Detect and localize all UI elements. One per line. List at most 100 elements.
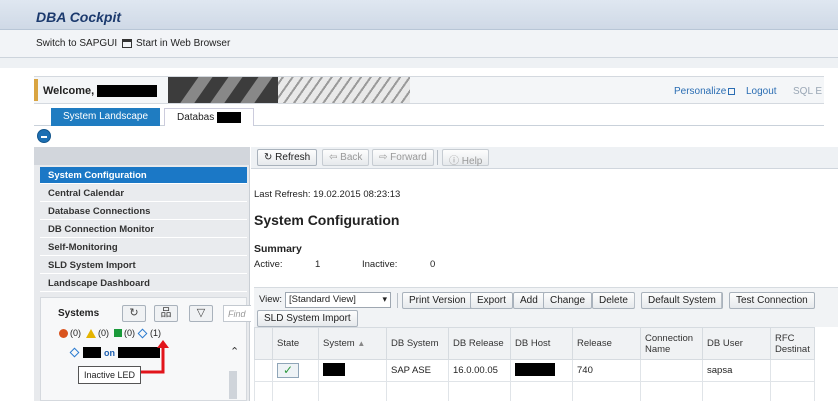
back-button[interactable]: ⇦ Back — [322, 149, 370, 166]
empty-cell — [640, 381, 703, 401]
nav-landscape-dashboard[interactable]: Landscape Dashboard — [40, 275, 247, 292]
view-select[interactable]: [Standard View] ▾ — [285, 292, 391, 308]
sql-editor-link[interactable]: SQL E — [793, 86, 822, 97]
active-value: 1 — [315, 259, 321, 270]
toolbar-separator — [437, 150, 438, 165]
table-toolbar-separator — [634, 293, 635, 308]
personalize-link[interactable]: Personalize — [674, 86, 736, 97]
default-system-button[interactable]: Default System — [641, 292, 723, 309]
active-label: Active: — [254, 259, 283, 270]
hierarchy-button[interactable]: 品 — [154, 305, 178, 322]
export-button[interactable]: Export — [470, 292, 513, 309]
filter-button[interactable]: ▽ — [189, 305, 213, 322]
col-connection-name[interactable]: Connection Name — [640, 327, 703, 360]
find-input[interactable]: Find — [223, 305, 253, 322]
inactive-led-tooltip: Inactive LED — [78, 366, 142, 384]
collapse-panel-icon[interactable] — [37, 129, 51, 143]
left-navigation: System Configuration Central Calendar Da… — [34, 147, 253, 401]
empty-cell — [770, 381, 815, 401]
nav-header — [34, 147, 250, 165]
start-in-web-browser-link[interactable]: Start in Web Browser — [122, 38, 230, 49]
tab-database-label: Databas — [177, 112, 215, 124]
start-in-web-browser-label: Start in Web Browser — [136, 38, 231, 49]
nav-db-connection-monitor[interactable]: DB Connection Monitor — [40, 221, 247, 238]
warning-count: (0) — [98, 328, 109, 338]
tab-database[interactable]: Databas — [164, 108, 255, 126]
red-count: (0) — [70, 328, 81, 338]
state-cell: ✓ — [272, 359, 319, 382]
row-select-cell[interactable] — [254, 359, 273, 382]
tab-system-landscape[interactable]: System Landscape — [51, 108, 161, 126]
table-header-row: State System ▲ DB System DB Release DB H… — [254, 327, 815, 360]
col-db-user[interactable]: DB User — [702, 327, 771, 360]
warning-icon — [86, 328, 96, 338]
table-row[interactable]: ✓ SAP ASE 16.0.00.05 740 sapsa — [254, 359, 815, 382]
top-toolbar: Switch to SAPGUI Start in Web Browser — [0, 30, 838, 58]
inactive-label: Inactive: — [362, 259, 398, 270]
forward-label: Forward — [390, 152, 427, 163]
last-refresh-value: 19.02.2015 08:23:13 — [313, 189, 401, 200]
inactive-value: 0 — [430, 259, 436, 270]
col-db-release[interactable]: DB Release — [448, 327, 511, 360]
systems-label: Systems — [58, 308, 100, 319]
chevron-down-icon: ▾ — [382, 294, 387, 304]
systems-table: State System ▲ DB System DB Release DB H… — [254, 327, 815, 401]
logout-link[interactable]: Logout — [746, 86, 777, 97]
switch-to-sapgui-link[interactable]: Switch to SAPGUI — [36, 38, 117, 49]
last-refresh: Last Refresh: 19.02.2015 08:23:13 — [254, 189, 400, 200]
nav-central-calendar[interactable]: Central Calendar — [40, 185, 247, 202]
sld-system-import-button[interactable]: SLD System Import — [257, 310, 358, 327]
personalize-label: Personalize — [674, 86, 727, 97]
welcome-label: Welcome, — [43, 85, 95, 97]
tree-item-on-label: on — [104, 347, 115, 358]
red-led-icon — [59, 328, 68, 338]
hierarchy-icon: 品 — [160, 307, 172, 319]
delete-button[interactable]: Delete — [592, 292, 635, 309]
page-title: System Configuration — [254, 212, 400, 228]
inactive-count: (1) — [150, 328, 161, 338]
welcome-accent — [34, 79, 38, 101]
red-arrow-annotation — [141, 340, 169, 374]
col-db-system[interactable]: DB System — [386, 327, 449, 360]
view-select-value: [Standard View] — [289, 294, 356, 305]
banner-image — [168, 77, 410, 103]
tree-scrollbar[interactable] — [229, 371, 237, 399]
col-system-label: System — [323, 338, 355, 349]
test-connection-button[interactable]: Test Connection — [729, 292, 815, 309]
table-toolbar-separator — [397, 293, 398, 308]
col-db-host[interactable]: DB Host — [510, 327, 573, 360]
col-rfc-destination[interactable]: RFC Destinat — [770, 327, 815, 360]
nav-sld-system-import[interactable]: SLD System Import — [40, 257, 247, 274]
empty-cell — [702, 381, 771, 401]
app-title: DBA Cockpit — [36, 9, 122, 25]
db-host-cell — [510, 359, 573, 382]
nav-system-configuration[interactable]: System Configuration — [40, 167, 247, 184]
print-version-button[interactable]: Print Version — [402, 292, 473, 309]
empty-cell — [254, 381, 273, 401]
forward-button[interactable]: ⇨ Forward — [372, 149, 434, 166]
inactive-led-icon — [137, 328, 148, 338]
refresh-button[interactable]: ↻ Refresh — [257, 149, 318, 166]
refresh-tree-button[interactable]: ↻ — [122, 305, 146, 322]
back-label: Back — [340, 152, 363, 163]
nav-self-monitoring[interactable]: Self-Monitoring — [40, 239, 247, 256]
check-icon: ✓ — [277, 363, 299, 378]
redacted-db-name — [217, 112, 242, 123]
welcome-text: Welcome, — [43, 85, 158, 98]
chevron-up-icon[interactable]: ⌃ — [230, 345, 239, 358]
select-column-header — [254, 327, 273, 360]
browser-window-icon — [122, 39, 132, 48]
view-label: View: — [259, 294, 283, 305]
col-state[interactable]: State — [272, 327, 319, 360]
sort-ascending-icon: ▲ — [357, 339, 366, 348]
rfc-destination-cell — [770, 359, 815, 382]
table-row[interactable] — [254, 381, 815, 401]
nav-database-connections[interactable]: Database Connections — [40, 203, 247, 220]
welcome-bar: Welcome, Personalize Logout SQL E — [34, 76, 824, 104]
help-button[interactable]: ⓘ Help — [442, 149, 490, 167]
change-button[interactable]: Change — [543, 292, 593, 309]
add-button[interactable]: Add — [513, 292, 545, 309]
app-title-bar: DBA Cockpit — [0, 0, 838, 30]
col-release[interactable]: Release — [572, 327, 641, 360]
col-system[interactable]: System ▲ — [318, 327, 387, 360]
